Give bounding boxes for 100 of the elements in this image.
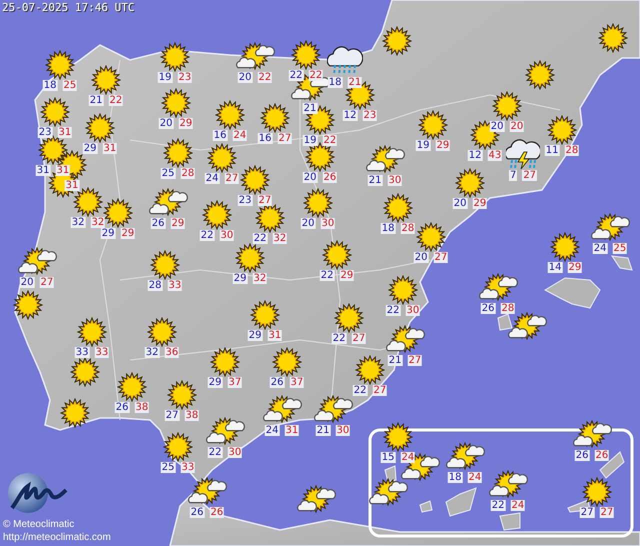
max-temperature: 24 [400,452,416,463]
max-temperature: 31 [284,425,300,436]
max-temperature: 27 [600,507,614,518]
min-temperature: 21 [316,425,330,436]
sun-icon [85,113,115,143]
min-temperature: 28 [148,280,162,291]
sun-icon [103,198,133,228]
min-temperature: 24 [264,425,280,436]
max-temperature: 38 [184,410,200,421]
max-temperature: 37 [228,377,242,388]
sun-icon [117,372,147,402]
min-temperature: 14 [548,262,562,273]
sun-cloud-icon [400,453,440,483]
sun-icon [202,200,232,230]
sun-cloud-icon [365,145,405,175]
max-temperature: 32 [272,233,288,244]
sun-cloud-icon [385,325,425,355]
max-temperature: 26 [594,450,610,461]
min-temperature: 12 [468,150,482,161]
max-temperature: 28 [400,223,416,234]
min-temperature: 22 [352,385,368,396]
sun-icon [334,303,364,333]
min-temperature: 29 [248,330,262,341]
min-temperature: 29 [208,377,222,388]
max-temperature: 31 [58,127,72,138]
sun-icon [455,168,485,198]
sun-icon [383,193,413,223]
sun-icon [322,240,352,270]
sun-icon [547,115,577,145]
max-temperature: 27 [278,133,292,144]
min-temperature: 18 [42,80,58,91]
max-temperature: 29 [120,228,136,239]
max-temperature: 33 [180,462,196,473]
sun-icon [160,42,190,72]
min-temperature: 11 [544,145,560,156]
max-temperature: 29 [170,218,186,229]
min-temperature: 15 [380,452,396,463]
min-temperature: 27 [164,410,180,421]
sun-icon [235,243,265,273]
max-temperature: 28 [180,168,196,179]
sun-icon [45,50,75,80]
max-temperature: 24 [468,472,482,483]
min-temperature: 22 [386,305,400,316]
min-temperature: 20 [302,172,318,183]
sun-icon [305,142,335,172]
max-temperature: 30 [336,425,350,436]
max-temperature: 32 [90,217,106,228]
sun-icon [91,65,121,95]
max-temperature: 24 [510,500,526,511]
min-temperature: 23 [238,195,252,206]
max-temperature: 22 [308,70,324,81]
sun-icon [40,97,70,127]
min-temperature: 21 [88,95,104,106]
max-temperature: 27 [224,173,240,184]
island-drawing [499,512,520,531]
max-temperature: 30 [220,230,234,241]
sun-icon [73,187,103,217]
min-temperature: 20 [414,252,428,263]
max-temperature: 27 [352,333,366,344]
min-temperature: 26 [114,402,130,413]
max-temperature: 32 [252,273,268,284]
sun-cloud-icon [262,395,302,425]
sun-cloud-icon [478,273,518,303]
sun-icon [255,203,285,233]
max-temperature: 27 [522,170,538,181]
island-drawing [419,500,433,513]
max-temperature: 27 [372,385,388,396]
sun-icon [77,317,107,347]
min-temperature: 16 [258,133,272,144]
min-temperature: 25 [160,168,176,179]
sun-cloud-icon [17,247,57,277]
min-temperature: 21 [368,175,382,186]
max-temperature: 29 [436,140,450,151]
website-link[interactable]: http://meteoclimatic.com [3,531,111,544]
min-temperature: 20 [490,121,504,132]
min-temperature: 18 [448,472,462,483]
max-temperature: 31 [56,165,70,176]
max-temperature: 31 [64,180,80,191]
min-temperature: 27 [580,507,594,518]
sun-icon [418,110,448,140]
min-temperature: 19 [158,72,172,83]
min-temperature: 19 [302,135,318,146]
min-temperature: 7 [508,170,518,181]
min-temperature: 26 [190,507,204,518]
max-temperature: 33 [94,347,110,358]
sun-icon [163,432,193,462]
max-temperature: 25 [612,243,628,254]
max-temperature: 22 [258,72,272,83]
max-temperature: 29 [178,118,194,129]
min-temperature: 20 [300,218,316,229]
min-temperature: 32 [144,347,160,358]
sun-cloud-icon [445,442,485,472]
sun-icon [161,88,191,118]
max-temperature: 23 [362,110,378,121]
min-temperature: 29 [82,143,98,154]
sun-icon [492,91,522,121]
sun-icon [291,40,321,70]
max-temperature: 20 [510,121,524,132]
max-temperature: 25 [62,80,78,91]
sun-cloud-icon [590,213,630,243]
